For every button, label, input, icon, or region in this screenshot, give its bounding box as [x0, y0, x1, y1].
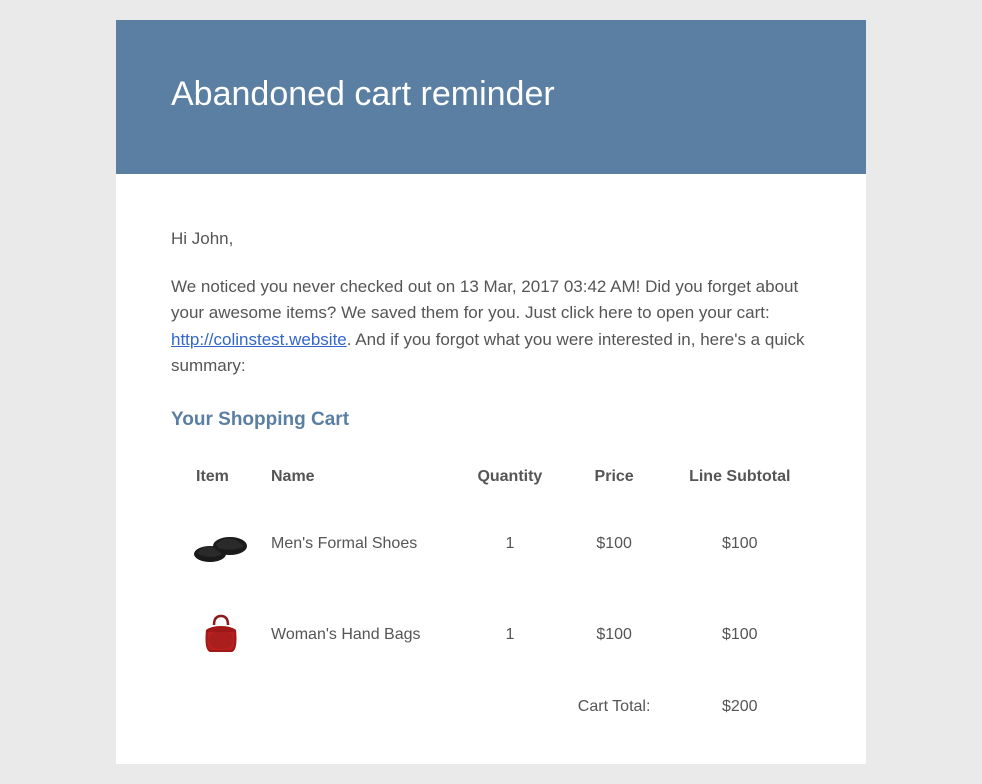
header-quantity: Quantity [460, 456, 560, 498]
header-subtotal: Line Subtotal [669, 456, 812, 498]
total-label: Cart Total: [560, 680, 669, 734]
section-title: Your Shopping Cart [171, 409, 811, 431]
item-name-cell: Woman's Hand Bags [261, 589, 460, 680]
total-value: $200 [669, 680, 812, 734]
item-subtotal-cell: $100 [669, 498, 812, 589]
handbag-icon [191, 607, 251, 662]
email-container: Abandoned cart reminder Hi John, We noti… [116, 20, 866, 764]
header-price: Price [560, 456, 669, 498]
item-price-cell: $100 [560, 498, 669, 589]
table-header-row: Item Name Quantity Price Line Subtotal [171, 456, 811, 498]
shoes-icon [191, 516, 251, 571]
message-text-1: We noticed you never checked out on 13 M… [171, 277, 798, 322]
item-subtotal-cell: $100 [669, 589, 812, 680]
item-price-cell: $100 [560, 589, 669, 680]
email-header: Abandoned cart reminder [116, 20, 866, 174]
table-row: Men's Formal Shoes 1 $100 $100 [171, 498, 811, 589]
cart-table: Item Name Quantity Price Line Subtotal [171, 456, 811, 734]
table-row: Woman's Hand Bags 1 $100 $100 [171, 589, 811, 680]
item-image-cell [171, 498, 261, 589]
header-item: Item [171, 456, 261, 498]
total-row: Cart Total: $200 [171, 680, 811, 734]
greeting-text: Hi John, [171, 229, 811, 249]
item-image-cell [171, 589, 261, 680]
item-name-cell: Men's Formal Shoes [261, 498, 460, 589]
item-quantity-cell: 1 [460, 498, 560, 589]
cart-link[interactable]: http://colinstest.website [171, 330, 347, 349]
message-paragraph: We noticed you never checked out on 13 M… [171, 274, 811, 379]
item-quantity-cell: 1 [460, 589, 560, 680]
header-name: Name [261, 456, 460, 498]
email-content: Hi John, We noticed you never checked ou… [116, 174, 866, 764]
page-title: Abandoned cart reminder [171, 75, 811, 114]
